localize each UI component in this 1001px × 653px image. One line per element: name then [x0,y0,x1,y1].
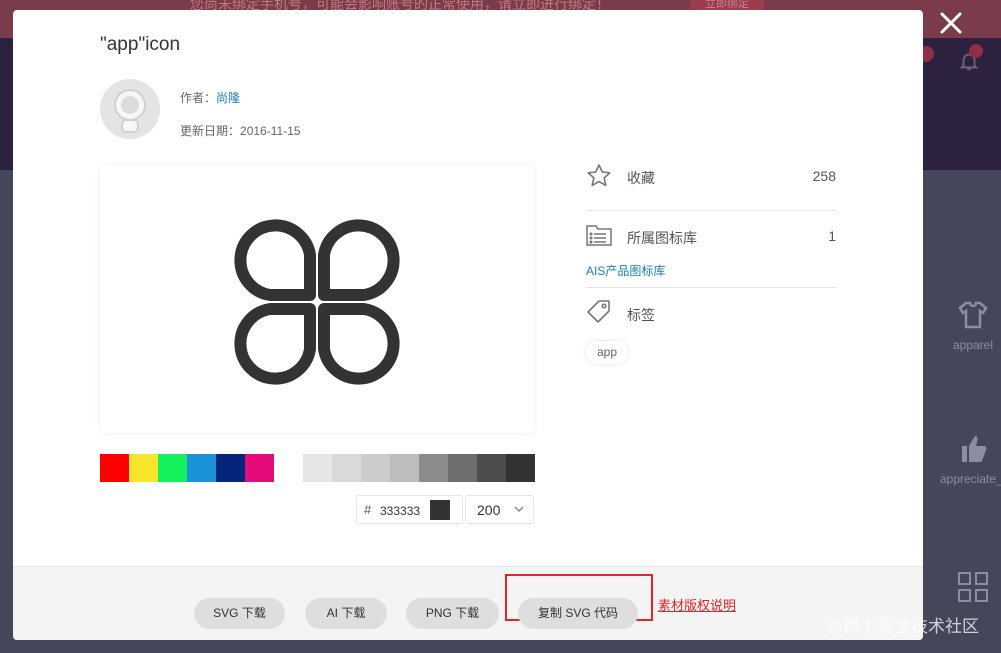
color-swatch[interactable] [332,454,361,482]
background-icon-label: apparel [952,338,994,352]
chevron-down-icon [514,506,524,512]
library-label: 所属图标库 [627,230,697,246]
background-icon-app[interactable] [933,570,1001,610]
tag-app[interactable]: app [586,341,629,364]
png-download-button[interactable]: PNG 下载 [406,598,499,629]
color-swatch[interactable] [100,454,129,482]
icon-detail-modal: "app"icon 作者：尚隆 更新日期：2016-11-15 # 200 [13,10,923,640]
tags-label: 标签 [627,307,655,323]
copy-svg-code-button[interactable]: 复制 SVG 代码 [518,598,638,629]
color-swatch[interactable] [303,454,332,482]
color-swatch[interactable] [448,454,477,482]
author-label: 作者： [180,91,217,105]
close-icon[interactable] [936,8,966,38]
grid-apps-icon [958,572,988,602]
icon-title: "app"icon [100,34,181,55]
favorite-count: 258 [812,168,836,184]
hex-color-field[interactable]: # [356,495,463,524]
star-icon[interactable] [586,163,612,189]
color-swatch[interactable] [477,454,506,482]
color-swatch[interactable] [361,454,390,482]
bell-badge [969,44,983,58]
color-swatch[interactable] [419,454,448,482]
color-swatch[interactable] [187,454,216,482]
author-avatar[interactable] [100,79,160,139]
thumbs-up-icon [962,436,987,462]
color-palette [100,454,535,482]
date-label: 更新日期： [180,124,241,138]
color-swatch[interactable] [129,454,158,482]
tag-icon [587,300,610,323]
size-value: 200 [477,502,501,518]
background-icon-appreciate[interactable]: appreciate_f [933,432,1001,486]
date-value: 2016-11-15 [240,124,301,138]
divider [586,210,836,211]
divider [586,287,836,288]
shirt-icon [958,301,988,329]
author-line: 作者：尚隆 [180,89,240,106]
color-swatch[interactable] [274,454,303,482]
size-select[interactable]: 200 [465,495,534,524]
update-date-line: 更新日期：2016-11-15 [180,122,301,139]
copyright-notice-link[interactable]: 素材版权说明 [658,595,736,614]
background-icon-apparel[interactable]: apparel [933,298,1001,352]
app-petals-icon [234,219,400,385]
library-count: 1 [828,228,836,244]
color-swatch[interactable] [390,454,419,482]
hash-prefix: # [364,502,372,517]
favorite-label: 收藏 [627,170,655,186]
hex-color-input[interactable] [378,503,430,519]
color-swatch[interactable] [216,454,245,482]
library-folder-icon [586,225,612,246]
color-swatch[interactable] [158,454,187,482]
background-icon-label: appreciate_f [939,472,1001,486]
ai-download-button[interactable]: AI 下载 [305,598,387,629]
download-footer: SVG 下载 AI 下载 PNG 下载 复制 SVG 代码 素材版权说明 [13,566,923,640]
color-swatch[interactable] [506,454,535,482]
current-color-chip[interactable] [430,500,450,520]
icon-preview [100,165,534,433]
astronaut-avatar-icon [100,79,160,139]
watermark: @稀土掘金技术社区 [825,617,979,636]
svg-download-button[interactable]: SVG 下载 [194,598,285,629]
author-name-link[interactable]: 尚隆 [216,91,240,105]
library-name-link[interactable]: AIS产品图标库 [586,262,665,279]
color-swatch[interactable] [245,454,274,482]
